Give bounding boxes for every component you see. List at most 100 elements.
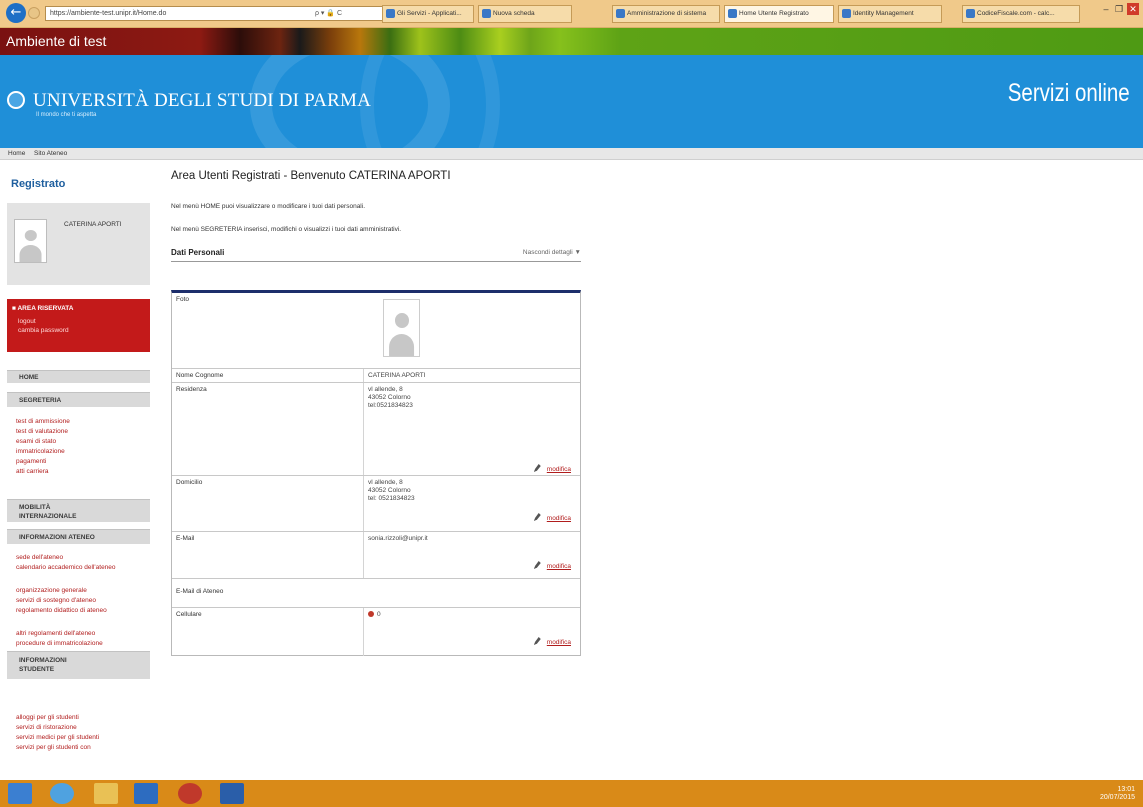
menu-link[interactable]: servizi di ristorazione <box>16 724 77 732</box>
menu-link[interactable]: alloggi per gli studenti <box>16 714 79 722</box>
menu-section-segreteria[interactable]: SEGRETERIA <box>7 392 150 407</box>
phone-icon <box>368 611 374 617</box>
menu-section-mobilita[interactable]: MOBILITÀ INTERNAZIONALE <box>7 499 150 522</box>
browser-toolbar: ← https://ambiente-test.unipr.it/Home.do… <box>0 0 1143 28</box>
edit-icon <box>533 464 541 472</box>
menu-section-info-ateneo[interactable]: INFORMAZIONI ATENEO <box>7 529 150 544</box>
logout-link[interactable]: logout <box>18 318 36 326</box>
clock-date: 20/07/2015 <box>1099 794 1135 801</box>
edit-residence-link[interactable]: modifica <box>533 464 571 474</box>
tab-label: Amministrazione di sistema <box>627 10 707 17</box>
site-header: UNIVERSITÀ DEGLI STUDI DI PARMA Il mondo… <box>0 55 1143 148</box>
edit-phone-link[interactable]: modifica <box>533 637 571 647</box>
back-arrow-icon[interactable]: ← <box>6 3 26 23</box>
env-banner: Ambiente di test <box>0 28 1143 55</box>
table-row: Cellulare 0 modifica <box>172 608 580 656</box>
row-value: vl allende, 8 43052 Colorno tel:05218348… <box>368 386 413 409</box>
personal-data-header: Dati Personali Nascondi dettagli ▼ <box>171 247 581 262</box>
minimize-icon[interactable]: – <box>1100 3 1112 15</box>
sidebar-title: Registrato <box>11 178 66 190</box>
edit-icon <box>533 513 541 521</box>
edit-icon <box>533 637 541 645</box>
university-name[interactable]: UNIVERSITÀ DEGLI STUDI DI PARMA <box>33 91 371 111</box>
outlook-icon[interactable] <box>134 783 158 804</box>
intro-text: Nel menù HOME puoi visualizzare o modifi… <box>171 203 366 210</box>
menu-link[interactable]: regolamento didattico di ateneo <box>16 607 121 615</box>
edit-label: modifica <box>546 563 571 570</box>
section-title: Dati Personali <box>171 248 225 257</box>
system-tray-clock[interactable]: 13:01 20/07/2015 <box>1100 786 1135 802</box>
tab-favicon-icon <box>728 9 737 18</box>
browser-tab[interactable]: Nuova scheda <box>478 5 572 23</box>
row-value: vl allende, 8 43052 Colorno tel: 0521834… <box>368 479 415 502</box>
tab-label: Nuova scheda <box>493 10 535 17</box>
word-icon[interactable] <box>220 783 244 804</box>
menu-link[interactable]: test di ammissione <box>16 418 70 426</box>
row-label: E-Mail <box>176 535 195 542</box>
file-explorer-icon[interactable] <box>94 783 118 804</box>
browser-tab[interactable]: Gli Servizi - Applicati... <box>382 5 474 23</box>
table-row: Nome Cognome CATERINA APORTI <box>172 369 580 383</box>
avatar-head <box>394 313 409 328</box>
edit-label: modifica <box>546 639 571 646</box>
restore-icon[interactable]: ❐ <box>1113 3 1125 15</box>
column-divider <box>363 369 364 382</box>
menu-link[interactable]: servizi per gli studenti con <box>16 744 91 752</box>
menu-link[interactable]: pagamenti <box>16 458 46 466</box>
tab-label: Identity Management <box>853 10 914 17</box>
close-icon[interactable]: ✕ <box>1127 3 1139 15</box>
forward-icon[interactable] <box>28 7 40 19</box>
avatar-body <box>19 245 42 262</box>
tab-label: Home Utente Registrato <box>739 10 809 17</box>
tab-favicon-icon <box>966 9 975 18</box>
edit-domicile-link[interactable]: modifica <box>533 513 571 523</box>
menu-link[interactable]: sede dell'ateneo <box>16 554 63 562</box>
menu-link[interactable]: organizzazione generale <box>16 587 87 595</box>
change-password-link[interactable]: cambia password <box>18 327 69 335</box>
university-seal-icon[interactable] <box>7 91 25 109</box>
taskbar: 13:01 20/07/2015 <box>0 780 1143 807</box>
menu-section-home[interactable]: HOME <box>7 370 150 383</box>
menu-link[interactable]: immatricolazione <box>16 448 65 456</box>
column-divider <box>363 476 364 531</box>
internet-explorer-icon[interactable] <box>50 783 74 804</box>
browser-tab[interactable]: Identity Management <box>838 5 942 23</box>
row-label: Foto <box>176 296 190 303</box>
row-value: sonia.rizzoli@unipr.it <box>368 535 428 542</box>
column-divider <box>363 532 364 578</box>
university-tagline: Il mondo che ti aspetta <box>36 112 97 118</box>
menu-link[interactable]: altri regolamenti dell'ateneo <box>16 630 95 638</box>
row-label: Nome Cognome <box>176 372 224 379</box>
env-label: Ambiente di test <box>6 33 107 49</box>
nav-home[interactable]: Home <box>8 149 25 159</box>
table-row: E-Mail sonia.rizzoli@unipr.it modifica <box>172 532 580 579</box>
avatar-head <box>24 230 37 241</box>
sidebar-user-name: CATERINA APORTI <box>64 221 122 228</box>
menu-link[interactable]: procedure di immatricolazione <box>16 640 103 648</box>
nav-sito-ateneo[interactable]: Sito Ateneo <box>34 149 67 159</box>
edit-icon <box>533 561 541 569</box>
hide-details-toggle[interactable]: Nascondi dettagli ▼ <box>523 249 581 257</box>
browser-tab[interactable]: Amministrazione di sistema <box>612 5 720 23</box>
address-tools[interactable]: ρ ▾ 🔒 C <box>315 6 367 21</box>
tab-favicon-icon <box>386 9 395 18</box>
menu-link[interactable]: servizi medici per gli studenti <box>16 734 99 742</box>
media-player-icon[interactable] <box>178 783 202 804</box>
menu-link[interactable]: atti carriera <box>16 468 49 476</box>
menu-link[interactable]: servizi di sostegno d'ateneo <box>16 597 96 605</box>
browser-tab[interactable]: CodiceFiscale.com - calc... <box>962 5 1080 23</box>
edit-label: modifica <box>546 515 571 522</box>
header-decoration <box>360 55 500 148</box>
personal-data-table: Foto Nome Cognome CATERINA APORTI Reside… <box>171 290 581 656</box>
start-icon[interactable] <box>8 783 32 804</box>
reserved-area-title: ■ AREA RISERVATA <box>12 305 74 312</box>
tab-label: CodiceFiscale.com - calc... <box>977 10 1055 17</box>
menu-section-info-studente[interactable]: INFORMAZIONI STUDENTE <box>7 651 150 679</box>
menu-link[interactable]: test di valutazione <box>16 428 68 436</box>
menu-link[interactable]: esami di stato <box>16 438 56 446</box>
browser-tab-active[interactable]: Home Utente Registrato <box>724 5 834 23</box>
table-row: Domicilio vl allende, 8 43052 Colorno te… <box>172 476 580 532</box>
menu-link[interactable]: calendario accademico dell'ateneo <box>16 564 126 572</box>
services-title: Servizi online <box>1008 79 1130 107</box>
edit-email-link[interactable]: modifica <box>533 561 571 571</box>
